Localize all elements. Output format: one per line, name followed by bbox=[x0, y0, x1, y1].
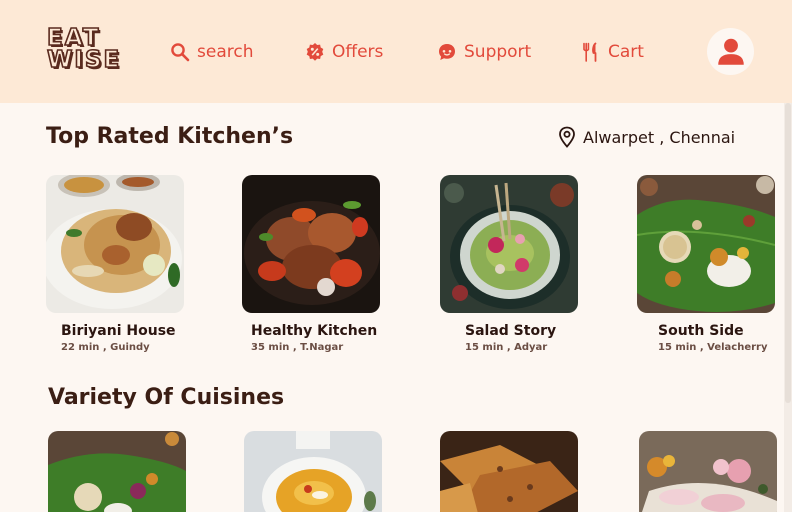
location-pin-icon bbox=[559, 126, 575, 148]
kitchen-meta: 22 min , Guindy bbox=[61, 342, 150, 353]
cuisine-image bbox=[440, 431, 578, 512]
cuisine-image bbox=[244, 431, 382, 512]
kitchen-card-south-side[interactable]: South Side 15 min , Velacherry bbox=[637, 175, 775, 353]
user-avatar-button[interactable] bbox=[707, 28, 754, 75]
cuisine-card[interactable] bbox=[440, 431, 578, 512]
location-selector[interactable]: Alwarpet , Chennai bbox=[557, 126, 735, 148]
kitchen-meta: 35 min , T.Nagar bbox=[251, 342, 344, 353]
cuisine-card[interactable] bbox=[48, 431, 186, 512]
support-chat-icon bbox=[439, 44, 455, 60]
nav-search-label: search bbox=[197, 42, 254, 62]
cuisine-image bbox=[48, 431, 186, 512]
kitchen-image bbox=[440, 175, 578, 313]
kitchen-image bbox=[637, 175, 775, 313]
logo-line-2: WISE bbox=[46, 47, 122, 73]
nav-search[interactable]: search bbox=[170, 39, 253, 65]
location-text: Alwarpet , Chennai bbox=[583, 127, 736, 147]
nav-cart-label: Cart bbox=[608, 42, 644, 62]
kitchen-card-biriyani-house[interactable]: Biriyani House 22 min , Guindy bbox=[46, 175, 184, 353]
top-rated-title: Top Rated Kitchen’s bbox=[46, 124, 294, 149]
nav-support-label: Support bbox=[464, 42, 532, 62]
user-icon bbox=[717, 38, 744, 65]
kitchen-meta: 15 min , Velacherry bbox=[658, 342, 768, 353]
search-icon bbox=[171, 43, 190, 62]
page-scrollbar-thumb[interactable] bbox=[785, 103, 791, 403]
kitchen-image bbox=[242, 175, 380, 313]
kitchen-card-healthy-kitchen[interactable]: Healthy Kitchen 35 min , T.Nagar bbox=[242, 175, 380, 353]
kitchen-card-salad-story[interactable]: Salad Story 15 min , Adyar bbox=[440, 175, 578, 353]
fork-knife-icon bbox=[583, 42, 597, 62]
kitchen-meta: 15 min , Adyar bbox=[465, 342, 548, 353]
kitchen-name: Healthy Kitchen bbox=[251, 323, 378, 339]
logo-line-1: EAT bbox=[46, 25, 101, 51]
nav-cart[interactable]: Cart bbox=[581, 39, 644, 65]
nav-support[interactable]: Support bbox=[437, 39, 531, 65]
top-header: EAT WISE search Offers Support Cart bbox=[0, 0, 792, 103]
nav-offers-label: Offers bbox=[332, 42, 384, 62]
cuisine-card[interactable] bbox=[639, 431, 777, 512]
kitchen-name: Salad Story bbox=[465, 323, 557, 339]
eat-wise-logo[interactable]: EAT WISE bbox=[46, 25, 137, 75]
kitchen-name: Biriyani House bbox=[61, 323, 176, 339]
cuisine-image bbox=[639, 431, 777, 512]
nav-offers[interactable]: Offers bbox=[305, 39, 383, 65]
variety-cuisines-title: Variety Of Cuisines bbox=[48, 385, 285, 410]
cuisine-card[interactable] bbox=[244, 431, 382, 512]
kitchen-image bbox=[46, 175, 184, 313]
kitchen-name: South Side bbox=[658, 323, 744, 339]
offer-percent-icon bbox=[306, 43, 324, 61]
